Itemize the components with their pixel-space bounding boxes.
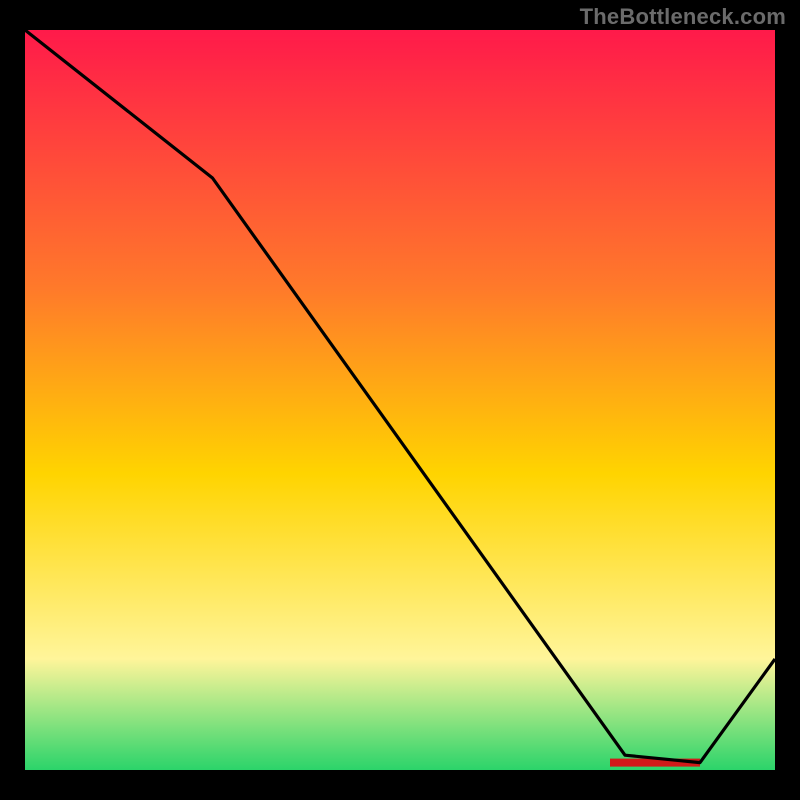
chart-frame: TheBottleneck.com	[0, 0, 800, 800]
gradient-background	[25, 30, 775, 770]
bottleneck-chart	[25, 30, 775, 770]
watermark-text: TheBottleneck.com	[580, 4, 786, 30]
plot-area	[25, 30, 775, 770]
